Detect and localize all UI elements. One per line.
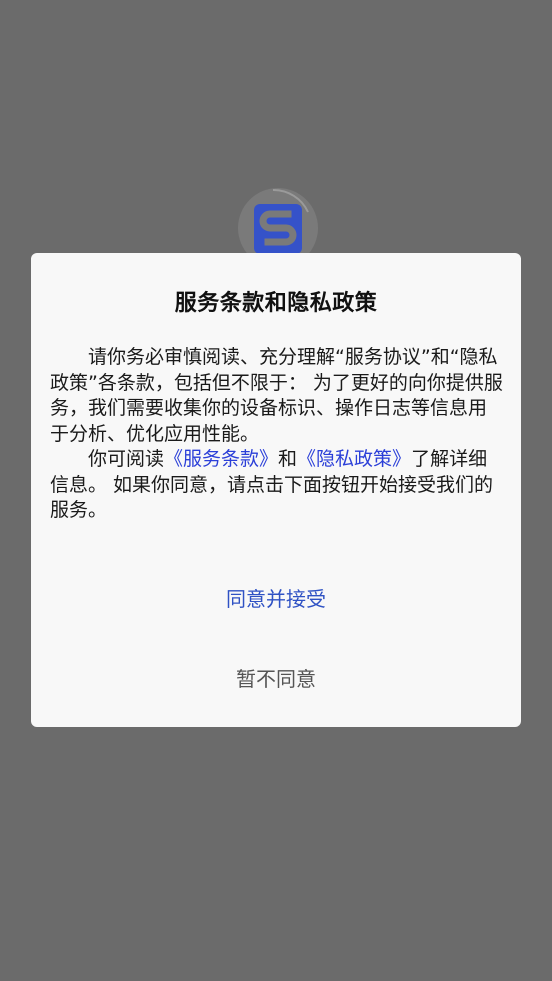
privacy-policy-link[interactable]: 《隐私政策》 <box>297 448 411 470</box>
terms-of-service-link[interactable]: 《服务条款》 <box>164 448 278 470</box>
decline-button[interactable]: 暂不同意 <box>31 663 521 692</box>
privacy-dialog: 服务条款和隐私政策 请你务必审慎阅读、充分理解“服务协议”和“隐私政策”各条款，… <box>31 253 521 727</box>
policy-paragraph-2: 你可阅读《服务条款》和《隐私政策》了解详细信息。 如果你同意，请点击下面按钮开始… <box>50 447 503 524</box>
paragraph2-and: 和 <box>278 448 298 470</box>
dialog-title: 服务条款和隐私政策 <box>174 291 378 316</box>
dialog-body: 请你务必审慎阅读、充分理解“服务协议”和“隐私政策”各条款，包括但不限于： 为了… <box>50 345 503 524</box>
paragraph2-prefix: 你可阅读 <box>88 448 165 470</box>
screen: 服务条款和隐私政策 请你务必审慎阅读、充分理解“服务协议”和“隐私政策”各条款，… <box>0 0 552 981</box>
policy-paragraph-1: 请你务必审慎阅读、充分理解“服务协议”和“隐私政策”各条款，包括但不限于： 为了… <box>50 346 503 445</box>
agree-and-accept-button[interactable]: 同意并接受 <box>31 583 521 612</box>
